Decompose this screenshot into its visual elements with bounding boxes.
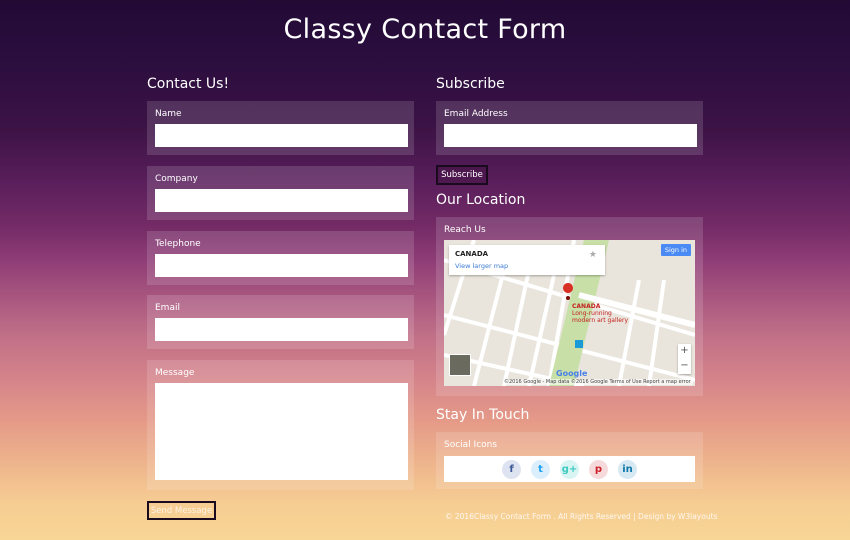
subscribe-email-input[interactable] bbox=[444, 124, 697, 147]
social-icons-label: Social Icons bbox=[444, 440, 498, 450]
pin-subtitle: Long-running modern art gallery bbox=[572, 310, 629, 324]
reach-us-label: Reach Us bbox=[444, 225, 486, 235]
social-panel: Social Icons f t g+ p in bbox=[436, 432, 703, 489]
location-panel: Reach Us CANADA View larger map ★ Sign i… bbox=[436, 217, 703, 396]
footer-text: © 2016Classy Contact Form . All Rights R… bbox=[445, 512, 718, 521]
page-title: Classy Contact Form bbox=[283, 14, 567, 45]
twitter-icon[interactable]: t bbox=[531, 459, 550, 479]
name-panel: Name bbox=[147, 101, 414, 155]
contact-heading: Contact Us! bbox=[147, 76, 230, 92]
zoom-control: + − bbox=[678, 344, 691, 374]
message-textarea[interactable] bbox=[155, 383, 408, 480]
message-panel: Message bbox=[147, 360, 414, 490]
google-logo: Google bbox=[556, 369, 588, 378]
message-label: Message bbox=[155, 368, 195, 378]
telephone-input[interactable] bbox=[155, 254, 408, 277]
name-label: Name bbox=[155, 109, 182, 119]
google-plus-icon[interactable]: g+ bbox=[560, 459, 579, 479]
map-embed[interactable]: CANADA View larger map ★ Sign in CANADA … bbox=[444, 240, 695, 386]
send-message-button[interactable]: Send Message bbox=[147, 501, 216, 520]
stay-in-touch-heading: Stay In Touch bbox=[436, 407, 530, 423]
company-panel: Company bbox=[147, 166, 414, 220]
social-icons-row: f t g+ p in bbox=[444, 456, 695, 482]
sign-in-button[interactable]: Sign in bbox=[660, 244, 691, 256]
company-label: Company bbox=[155, 174, 198, 184]
view-larger-map-link[interactable]: View larger map bbox=[455, 262, 508, 270]
telephone-label: Telephone bbox=[155, 239, 201, 249]
pinterest-icon[interactable]: p bbox=[589, 459, 608, 479]
linkedin-icon[interactable]: in bbox=[618, 459, 637, 479]
location-heading: Our Location bbox=[436, 192, 526, 208]
subscribe-panel: Email Address bbox=[436, 101, 703, 155]
facebook-icon[interactable]: f bbox=[502, 459, 521, 479]
map-info-card: CANADA View larger map ★ bbox=[449, 245, 605, 275]
map-pin-label: CANADA Long-running modern art gallery bbox=[572, 303, 632, 324]
subscribe-heading: Subscribe bbox=[436, 76, 505, 92]
email-address-label: Email Address bbox=[444, 109, 508, 119]
pin-title: CANADA bbox=[572, 303, 601, 310]
name-input[interactable] bbox=[155, 124, 408, 147]
company-input[interactable] bbox=[155, 189, 408, 212]
zoom-out-button[interactable]: − bbox=[678, 359, 691, 374]
telephone-panel: Telephone bbox=[147, 231, 414, 285]
map-place-name: CANADA bbox=[455, 250, 489, 258]
zoom-in-button[interactable]: + bbox=[678, 344, 691, 359]
star-icon[interactable]: ★ bbox=[589, 250, 597, 260]
email-panel: Email bbox=[147, 295, 414, 349]
email-label: Email bbox=[155, 303, 180, 313]
satellite-toggle[interactable] bbox=[449, 354, 471, 376]
subscribe-button[interactable]: Subscribe bbox=[436, 165, 488, 185]
map-attribution: ©2016 Google - Map data ©2016 Google Ter… bbox=[504, 379, 693, 385]
email-input[interactable] bbox=[155, 318, 408, 341]
